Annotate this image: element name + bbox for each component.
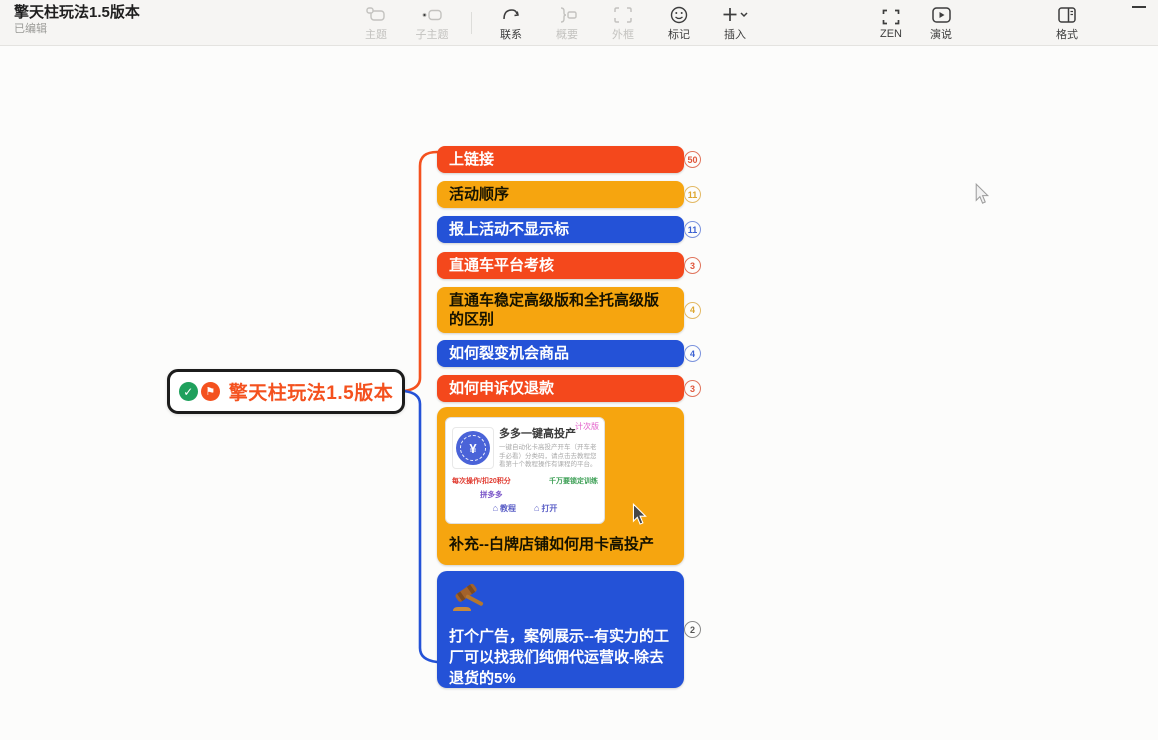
branch-node-label: 直通车稳定高级版和全托高级版的区别 [449, 291, 672, 329]
ghost-mouse-cursor [973, 183, 991, 205]
marker-icon [670, 5, 688, 25]
mindmap-branch-node[interactable]: 活动顺序 [437, 181, 684, 208]
window-minimize-dash [1132, 6, 1146, 8]
tool-label: 演说 [930, 26, 952, 42]
check-icon[interactable]: ✓ [179, 382, 198, 401]
card-tutorial-button[interactable]: ⌂ 教程 [493, 503, 516, 514]
branch-node-label: 直通车平台考核 [449, 256, 554, 275]
zen-icon [882, 7, 900, 27]
mindmap-branch-node[interactable]: 报上活动不显示标 [437, 216, 684, 243]
child-count-badge[interactable]: 2 [684, 621, 701, 638]
child-count-badge[interactable]: 11 [684, 221, 701, 238]
tool-boundary[interactable]: 外框 [602, 1, 644, 45]
tool-relationship[interactable]: 联系 [490, 1, 532, 45]
card-open-button[interactable]: ⌂ 打开 [534, 503, 557, 514]
tool-summary[interactable]: 概要 [546, 1, 588, 45]
child-count-badge[interactable]: 11 [684, 186, 701, 203]
root-topic-node[interactable]: ✓ ⚑ 擎天柱玩法1.5版本 [167, 369, 405, 414]
embedded-screenshot-card[interactable]: 计次版 ¥ 多多一键高投产 一键自动化卡高投产开车（开车老手必看）分类码，请点击… [445, 417, 605, 524]
mindmap-branch-node[interactable]: 如何裂变机会商品 [437, 340, 684, 367]
toolbar-left-group: 主题 子主题 联系 概要 外框 标记 插入 [355, 0, 756, 46]
card-warning-note: 千万要锁定训练 [549, 476, 598, 486]
mindmap-branch-node-media[interactable]: 计次版 ¥ 多多一键高投产 一键自动化卡高投产开车（开车老手必看）分类码，请点击… [437, 407, 684, 565]
child-count-badge[interactable]: 3 [684, 380, 701, 397]
toolbar-right-group: ZEN 演说 格式 [870, 0, 1088, 46]
branch-node-label: 如何裂变机会商品 [449, 344, 569, 363]
tool-pitch[interactable]: 演说 [920, 1, 962, 45]
boundary-icon [614, 5, 632, 25]
toolbar-divider [471, 12, 472, 34]
branch-node-label: 如何申诉仅退款 [449, 379, 554, 398]
gavel-icon [449, 581, 491, 615]
child-count-badge[interactable]: 4 [684, 302, 701, 319]
tool-subtopic[interactable]: 子主题 [411, 1, 453, 45]
home-icon: ⌂ [493, 504, 498, 513]
child-count-badge[interactable]: 50 [684, 151, 701, 168]
child-count-badge[interactable]: 3 [684, 257, 701, 274]
flag-icon[interactable]: ⚑ [201, 382, 220, 401]
child-count-badge[interactable]: 4 [684, 345, 701, 362]
card-brand-label: 拼多多 [480, 489, 598, 500]
insert-icon [722, 5, 748, 25]
mindmap-branch-node[interactable]: 直通车稳定高级版和全托高级版的区别 [437, 287, 684, 333]
toolbar: 擎天柱玩法1.5版本 已编辑 主题 子主题 联系 概要 外框 标记 插入 ZEN 演说 格式 [0, 0, 1158, 46]
mindmap-branch-node[interactable]: 直通车平台考核 [437, 252, 684, 279]
mindmap-canvas[interactable]: ✓ ⚑ 擎天柱玩法1.5版本 计次版 ¥ 多多一键高投产 一键自动化卡高投产开车… [0, 46, 1158, 740]
media-node-label: 补充--白牌店铺如何用卡高投产 [449, 533, 676, 554]
topic-icon [366, 5, 386, 25]
mindmap-branch-node-ad[interactable]: 打个广告，案例展示--有实力的工厂可以找我们纯佣代运营收-除去退货的5% [437, 571, 684, 688]
card-edition-tag: 计次版 [575, 421, 599, 432]
ad-node-label: 打个广告，案例展示--有实力的工厂可以找我们纯佣代运营收-除去退货的5% [449, 626, 672, 689]
tool-label: 插入 [724, 26, 746, 42]
subtopic-icon [422, 5, 442, 25]
app-yen-refresh-icon: ¥ [456, 431, 490, 465]
tool-label: ZEN [880, 28, 902, 40]
tool-marker[interactable]: 标记 [658, 1, 700, 45]
app-icon-frame: ¥ [452, 427, 494, 469]
tool-zen[interactable]: ZEN [870, 1, 912, 45]
tool-label: 格式 [1056, 26, 1078, 42]
card-cost-note: 每次操作/扣20积分 [452, 476, 511, 486]
document-title: 擎天柱玩法1.5版本 [14, 4, 140, 22]
tool-topic[interactable]: 主题 [355, 1, 397, 45]
tool-label: 子主题 [416, 26, 449, 42]
tool-label: 主题 [365, 26, 387, 42]
format-icon [1058, 5, 1076, 25]
relationship-icon [501, 5, 521, 25]
tool-label: 标记 [668, 26, 690, 42]
card-app-description: 一键自动化卡高投产开车（开车老手必看）分类码，请点击去教程您看第十个教程操作有课… [499, 444, 598, 470]
branch-node-label: 活动顺序 [449, 185, 509, 204]
branch-node-label: 上链接 [449, 150, 494, 169]
home-icon: ⌂ [534, 504, 539, 513]
root-topic-label: 擎天柱玩法1.5版本 [229, 378, 393, 405]
tool-label: 联系 [500, 26, 522, 42]
branch-connector-brace [399, 146, 441, 671]
mindmap-branch-node[interactable]: 上链接 [437, 146, 684, 173]
summary-icon [557, 5, 577, 25]
branch-node-label: 报上活动不显示标 [449, 220, 569, 239]
tool-format[interactable]: 格式 [1046, 1, 1088, 45]
tool-label: 外框 [612, 26, 634, 42]
tool-insert[interactable]: 插入 [714, 1, 756, 45]
save-status: 已编辑 [14, 22, 140, 37]
tool-label: 概要 [556, 26, 578, 42]
mindmap-branch-node[interactable]: 如何申诉仅退款 [437, 375, 684, 402]
pitch-icon [932, 5, 951, 25]
